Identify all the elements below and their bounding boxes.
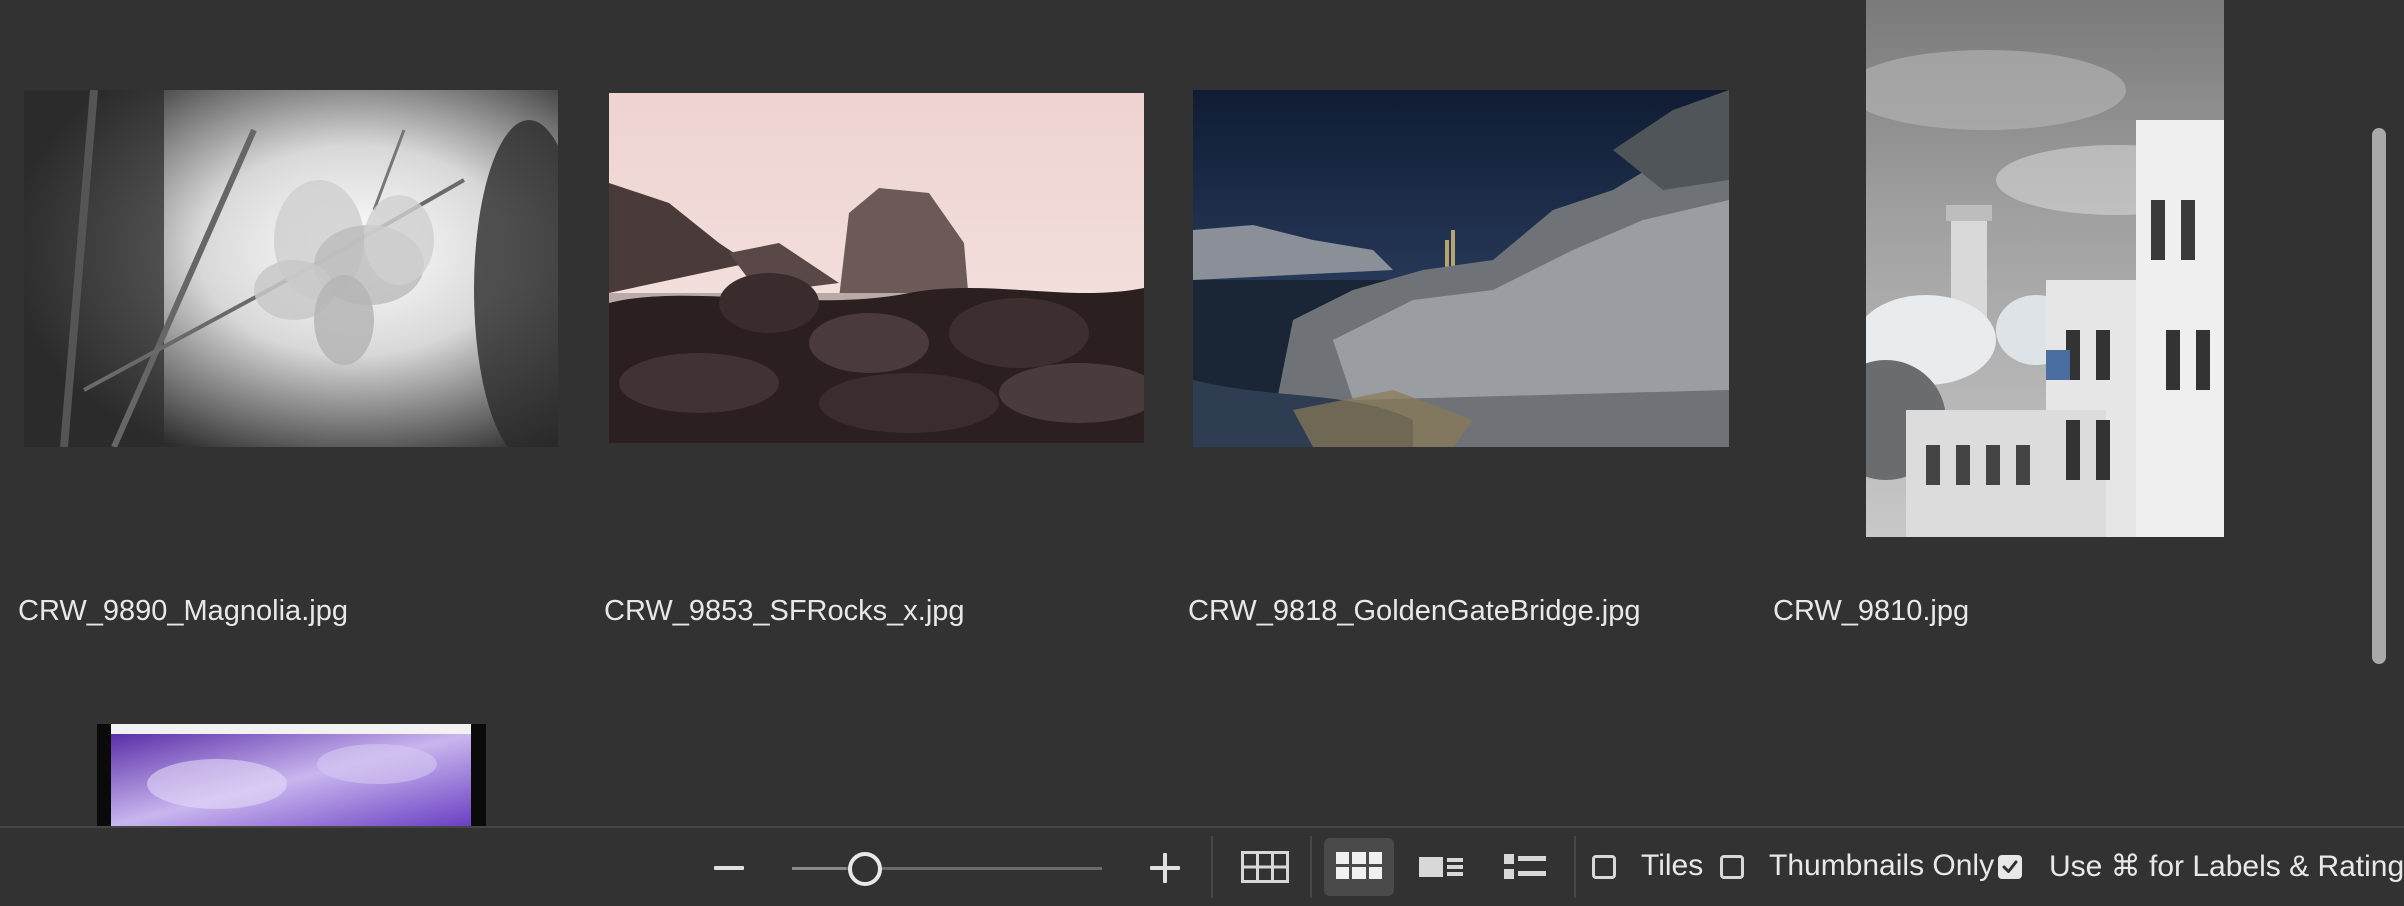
toolbar-separator xyxy=(1310,836,1312,898)
thumbnail-golden-gate[interactable] xyxy=(1193,90,1729,447)
detail-view-button[interactable] xyxy=(1408,838,1474,896)
footer-toolbar xyxy=(0,826,2404,906)
thumbnails-only-label: Thumbnails Only xyxy=(1769,849,1995,882)
tiles-label: Tiles xyxy=(1641,849,1704,882)
toolbar-separator xyxy=(1574,836,1576,898)
list-view-icon xyxy=(1504,854,1546,879)
list-view-button[interactable] xyxy=(1492,838,1558,896)
thumbnails-only-checkbox[interactable] xyxy=(1720,855,1744,879)
zoom-slider[interactable] xyxy=(792,846,1102,890)
zoom-in-button[interactable] xyxy=(1144,848,1186,888)
thumbnail-caption: CRW_9810.jpg xyxy=(1773,595,1970,627)
use-cmd-for-labels-checkbox[interactable] xyxy=(1998,855,2022,879)
thumbnail-caption: CRW_9853_SFRocks_x.jpg xyxy=(604,595,965,627)
grid-view-button[interactable] xyxy=(1232,838,1298,896)
zoom-slider-handle[interactable] xyxy=(848,852,882,886)
thumbnail-coit-tower[interactable] xyxy=(1866,0,2224,537)
thumbnail-purple[interactable] xyxy=(97,724,486,826)
zoom-slider-fill xyxy=(792,867,846,870)
use-cmd-for-labels-label: Use ⌘ for Labels & Ratings xyxy=(2049,850,2404,883)
zoom-out-button[interactable] xyxy=(708,848,750,888)
thumbnail-caption: CRW_9890_Magnolia.jpg xyxy=(18,595,348,627)
golden-gate-photo xyxy=(1193,90,1729,447)
large-grid-view-button[interactable] xyxy=(1324,838,1394,896)
tiles-checkbox[interactable] xyxy=(1592,855,1616,879)
coit-tower-photo xyxy=(1866,0,2224,537)
thumbnail-grid: CRW_9890_Magnolia.jpg CRW_9853_SFRocks_x… xyxy=(0,0,2404,826)
purple-abstract-photo xyxy=(97,724,486,826)
checkmark-icon xyxy=(2002,860,2018,873)
toolbar-separator xyxy=(1211,836,1213,898)
thumbnail-magnolia[interactable] xyxy=(24,90,558,447)
minus-icon xyxy=(714,866,744,870)
thumbnail-caption: CRW_9818_GoldenGateBridge.jpg xyxy=(1188,595,1641,627)
magnolia-photo xyxy=(24,90,558,447)
sf-rocks-photo xyxy=(609,93,1144,443)
grid-view-icon xyxy=(1241,851,1289,883)
large-grid-view-icon xyxy=(1336,852,1382,879)
vertical-scrollbar-thumb[interactable] xyxy=(2372,128,2386,664)
plus-icon xyxy=(1150,853,1180,883)
thumbnail-sf-rocks[interactable] xyxy=(609,93,1144,443)
detail-view-icon xyxy=(1419,857,1463,877)
